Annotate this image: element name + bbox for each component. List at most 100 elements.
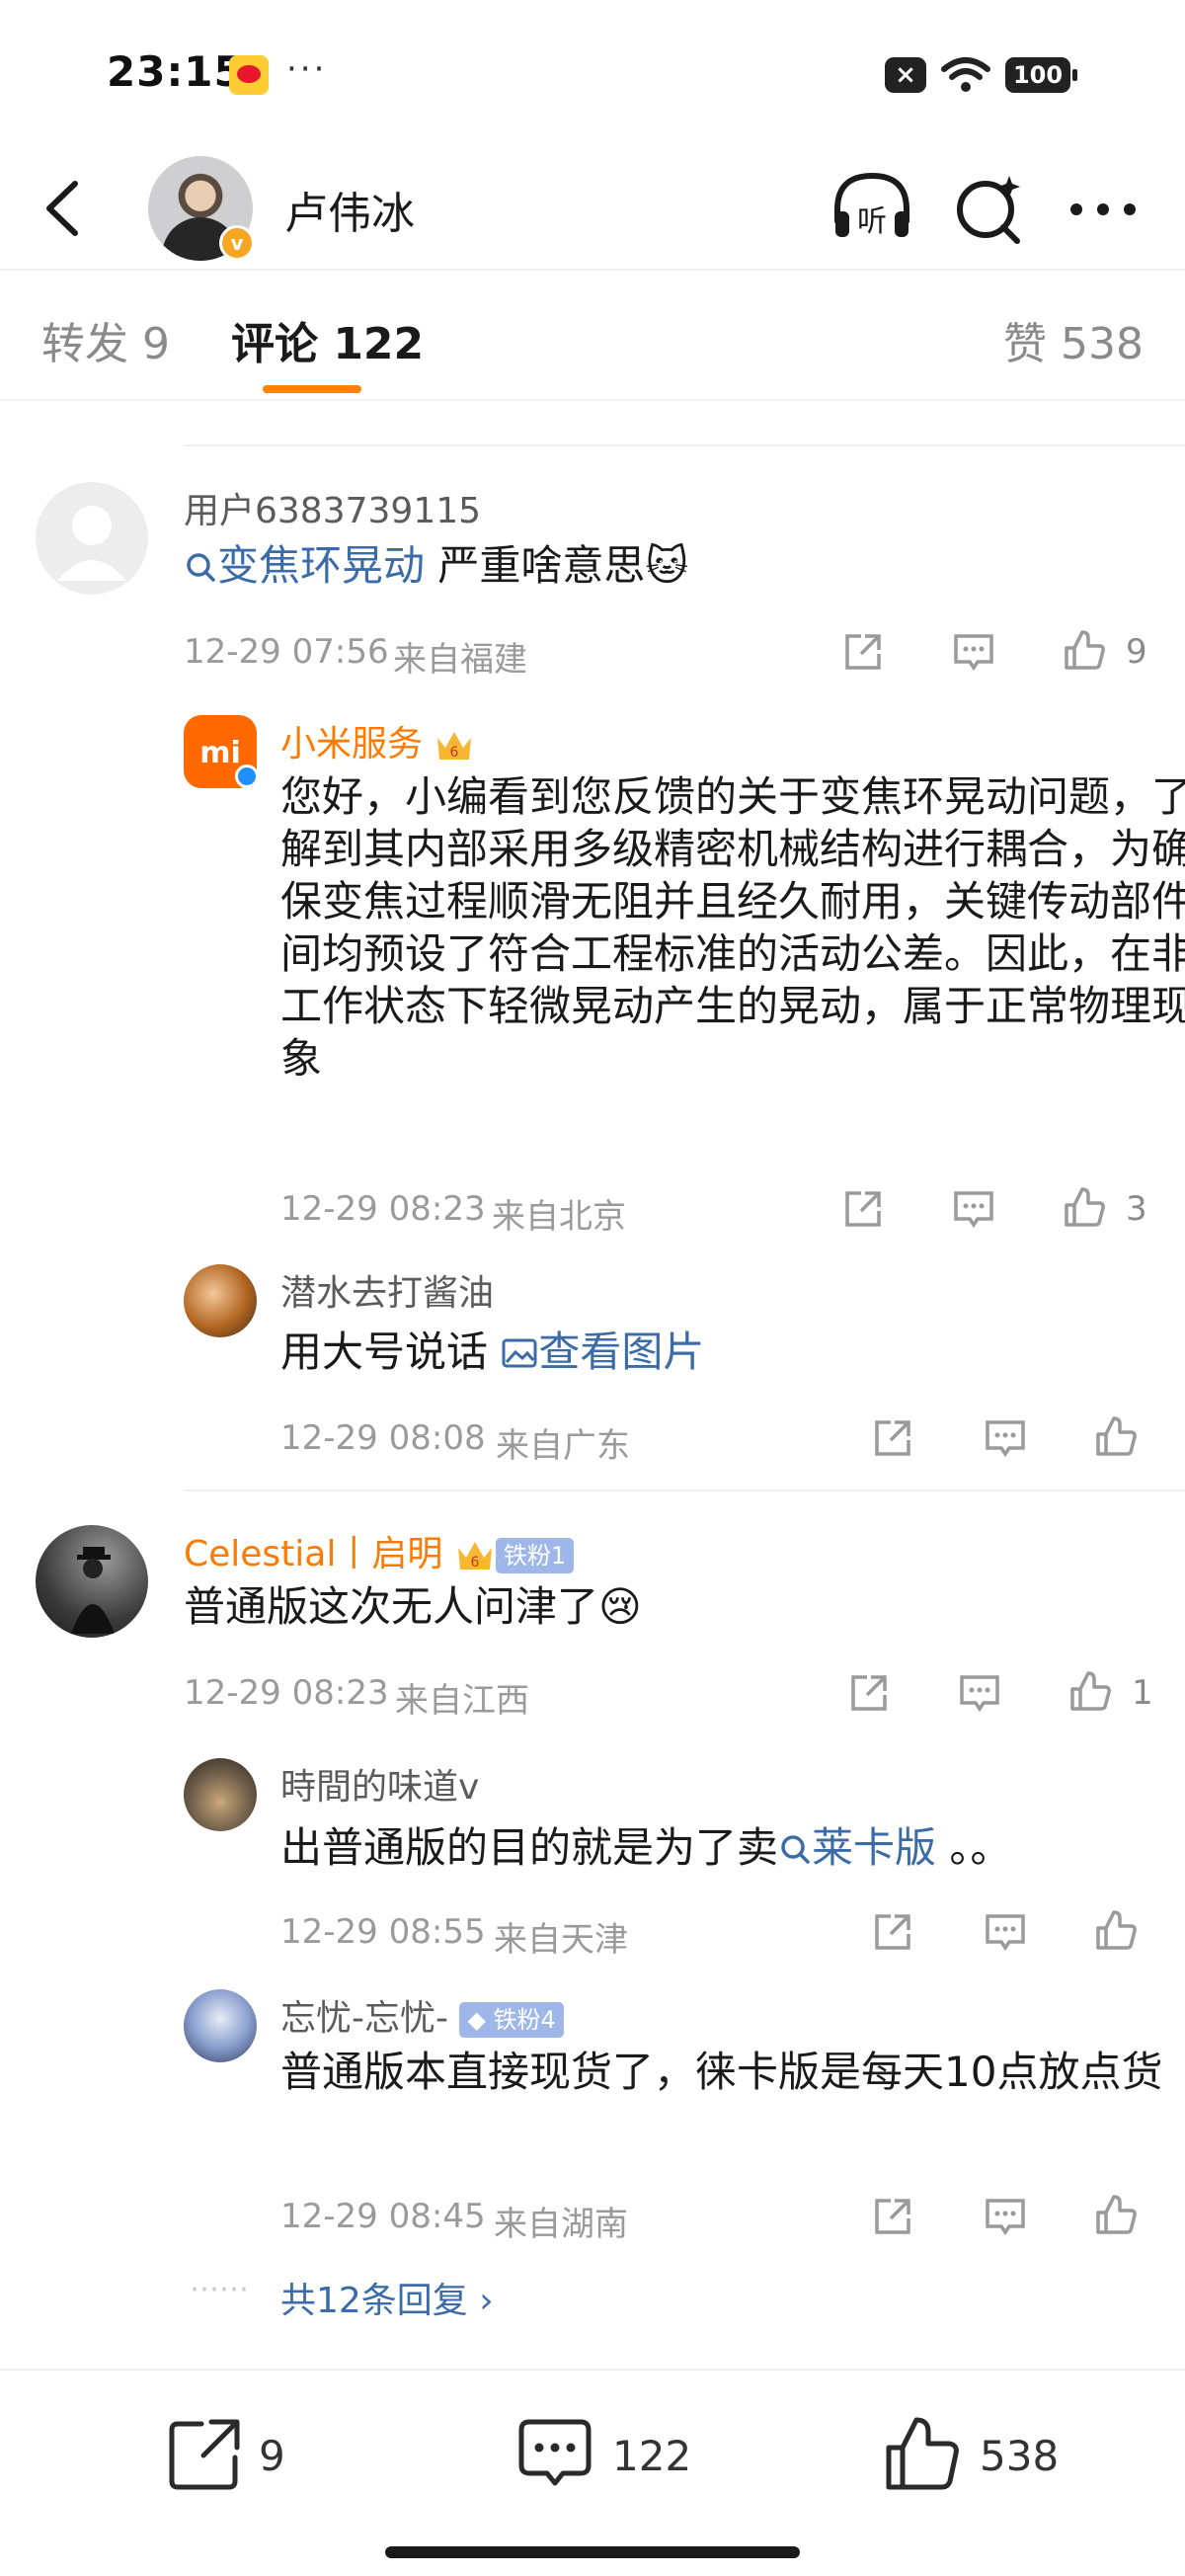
repost-icon	[169, 2419, 240, 2490]
home-indicator[interactable]	[385, 2546, 800, 2558]
comment-location: 来自江西	[395, 1681, 529, 1721]
reply-username[interactable]: 忘忧-忘忧- ◆ 铁粉4	[280, 1989, 564, 2041]
reply-text: 您好，小编看到您反馈的关于变焦环晃动问题，了解到其内部采用多级精密机械结构进行耦…	[280, 772, 1185, 1083]
reply-location: 来自天津	[494, 1920, 628, 1960]
reply-avatar[interactable]	[184, 1758, 257, 1831]
divider	[184, 1489, 1185, 1491]
share-icon[interactable]	[839, 1185, 887, 1233]
fan-badge-label: 铁粉4	[493, 2006, 556, 2034]
topic-search-link[interactable]: 变焦环晃动	[184, 541, 437, 590]
share-icon[interactable]	[839, 628, 887, 676]
wifi-icon	[941, 57, 990, 92]
author-name[interactable]: 卢伟冰	[284, 178, 415, 241]
like-icon	[886, 2417, 959, 2490]
svg-text:听: 听	[857, 204, 887, 239]
top-header: v 卢伟冰 听	[0, 148, 1185, 271]
reply-body: 出普通版的目的就是为了卖	[280, 1823, 779, 1872]
tab-comment[interactable]: 评论 122	[231, 308, 424, 371]
reply-avatar[interactable]	[184, 1264, 257, 1337]
weibo-notification-icon	[229, 55, 269, 95]
comment-username-label: Celestial丨启明	[184, 1534, 443, 1574]
image-icon	[502, 1338, 537, 1368]
tab-repost[interactable]: 转发 9	[41, 308, 170, 371]
active-tab-indicator	[263, 385, 361, 393]
share-icon[interactable]	[869, 1414, 916, 1462]
battery-icon: 100	[1005, 57, 1077, 93]
like-icon[interactable]	[1092, 2191, 1140, 2238]
verified-badge-icon: v	[219, 225, 255, 261]
reply-icon[interactable]	[982, 1414, 1029, 1462]
topic-search-link[interactable]: 莱卡版	[778, 1823, 936, 1872]
reply-avatar[interactable]	[184, 1989, 257, 2062]
like-icon[interactable]	[1061, 626, 1108, 674]
reply-icon[interactable]	[950, 1185, 997, 1233]
comment-avatar[interactable]	[36, 482, 148, 595]
reply-username-label: 小米服务	[280, 724, 424, 765]
svg-text:mi: mi	[199, 736, 241, 770]
reply-location: 来自广东	[496, 1426, 630, 1466]
like-icon[interactable]	[1061, 1183, 1108, 1231]
svg-text:6: 6	[450, 745, 459, 761]
tab-like[interactable]: 赞 538	[1003, 308, 1144, 371]
like-count: 538	[980, 2432, 1060, 2480]
comment-time: 12-29 08:23	[184, 1673, 389, 1713]
search-icon[interactable]	[944, 166, 1033, 253]
comment-count: 122	[612, 2432, 692, 2480]
fan-badge: 铁粉1	[495, 1538, 575, 1573]
vip-crown-icon: 6	[457, 1542, 492, 1570]
comment-body: 严重啥意思🐱	[437, 541, 689, 590]
reply-username[interactable]: 潜水去打酱油	[280, 1264, 494, 1316]
reply-icon[interactable]	[982, 2193, 1029, 2240]
listen-icon[interactable]: 听	[828, 166, 916, 253]
like-count: 9	[1126, 632, 1147, 672]
comment-button[interactable]: 122	[514, 2412, 701, 2501]
comment-text: 变焦环晃动 严重啥意思🐱	[184, 537, 1132, 595]
reply-time: 12-29 08:08	[280, 1418, 486, 1458]
more-notifications-icon: ···	[286, 49, 328, 89]
reply-time: 12-29 08:55	[280, 1912, 486, 1952]
share-icon[interactable]	[869, 1908, 916, 1956]
more-icon[interactable]	[1059, 166, 1147, 253]
back-icon[interactable]	[36, 174, 95, 243]
topic-label: 变焦环晃动	[217, 541, 426, 590]
more-dots: ⋯⋯	[190, 2272, 249, 2306]
like-icon[interactable]	[1092, 1906, 1140, 1954]
search-icon	[187, 553, 215, 582]
share-icon[interactable]	[845, 1669, 893, 1717]
reply-icon[interactable]	[950, 628, 997, 676]
like-icon[interactable]	[1066, 1667, 1114, 1715]
repost-count: 9	[259, 2432, 285, 2480]
vip-crown-icon: 6	[437, 732, 472, 761]
svg-text:6: 6	[470, 1555, 479, 1570]
reply-body: 用大号说话	[280, 1328, 502, 1376]
reply-icon[interactable]	[956, 1669, 1003, 1717]
bottom-action-bar: 9 122 538	[0, 2369, 1185, 2576]
comment-time: 12-29 07:56	[184, 632, 389, 672]
view-more-replies-link[interactable]: 共12条回复 ›	[280, 2272, 494, 2323]
reply-username[interactable]: 時間的味道v	[280, 1758, 479, 1810]
repost-button[interactable]: 9	[164, 2412, 312, 2501]
verified-blue-icon	[235, 765, 259, 788]
status-bar: 23:15 ··· × 100	[0, 0, 1185, 148]
comment-text: 普通版这次无人问津了😢	[184, 1582, 642, 1631]
reply-body-tail: 。。	[936, 1823, 1012, 1872]
reply-time: 12-29 08:45	[280, 2197, 486, 2236]
topic-label: 莱卡版	[812, 1823, 937, 1872]
reply-text: 用大号说话 查看图片	[280, 1324, 1169, 1381]
tab-bar: 转发 9 评论 122 赞 538	[0, 273, 1185, 401]
comment-icon	[518, 2419, 592, 2486]
view-image-link[interactable]: 查看图片	[501, 1328, 704, 1376]
share-icon[interactable]	[869, 2193, 916, 2240]
reply-username[interactable]: 小米服务 6	[280, 715, 475, 766]
like-button[interactable]: 538	[881, 2412, 1078, 2501]
comment-avatar[interactable]	[36, 1525, 148, 1638]
like-icon[interactable]	[1092, 1412, 1140, 1460]
reply-username-label: 忘忧-忘忧-	[280, 1998, 448, 2039]
reply-text: 出普通版的目的就是为了卖 莱卡版 。。	[280, 1819, 1169, 1877]
reply-icon[interactable]	[982, 1908, 1029, 1956]
search-icon	[781, 1835, 810, 1864]
comment-username[interactable]: 用户6383739115	[184, 482, 481, 533]
comment-username[interactable]: Celestial丨启明 6 铁粉1	[184, 1525, 575, 1576]
status-time: 23:15	[107, 47, 244, 96]
reply-location: 来自湖南	[494, 2205, 628, 2244]
